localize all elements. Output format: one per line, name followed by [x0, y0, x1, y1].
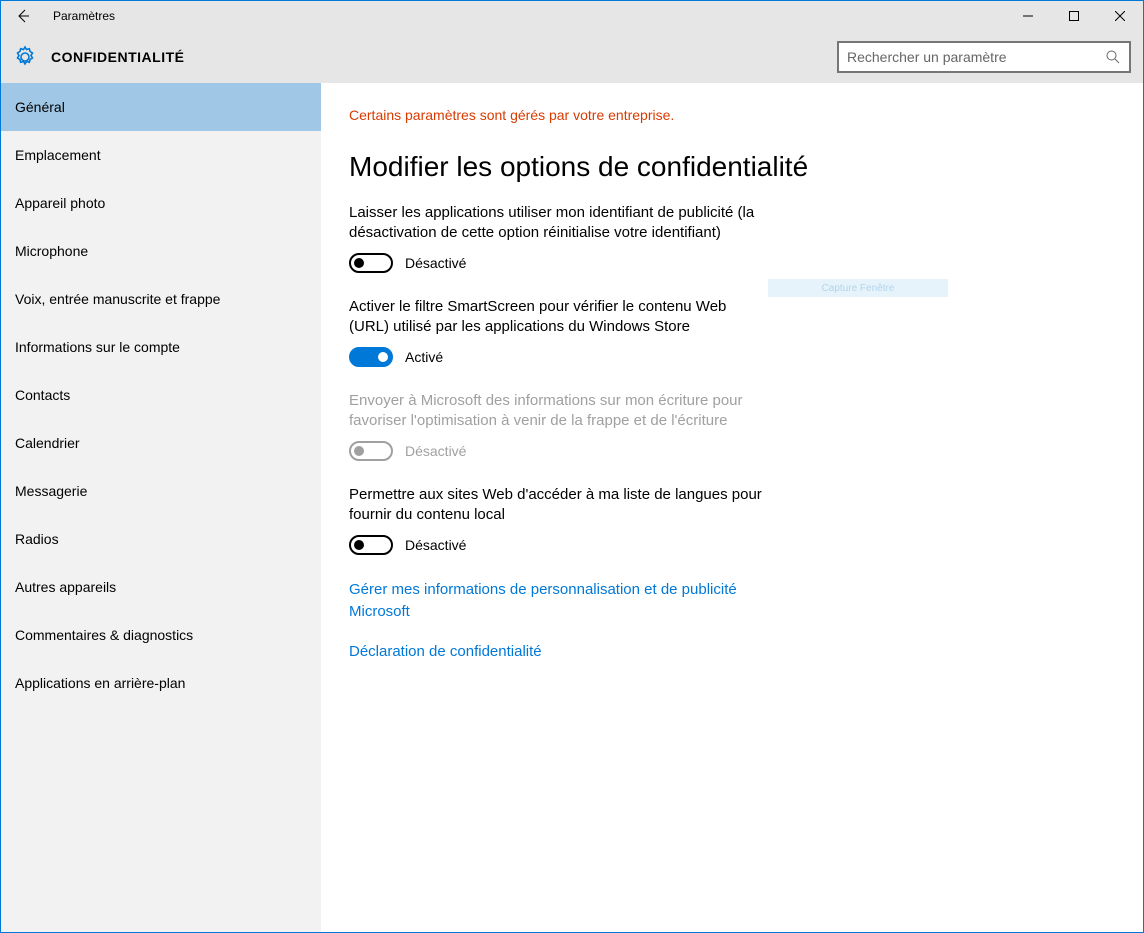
toggle-state-label: Activé — [405, 349, 443, 365]
title-bar: Paramètres — [1, 1, 1143, 31]
sidebar-item-other-devices[interactable]: Autres appareils — [1, 563, 321, 611]
minimize-button[interactable] — [1005, 1, 1051, 31]
toggle-state-label: Désactivé — [405, 443, 466, 459]
toggle-state-label: Désactivé — [405, 255, 466, 271]
sidebar-item-label: Voix, entrée manuscrite et frappe — [15, 291, 220, 307]
toggle-row: Désactivé — [349, 535, 769, 555]
sidebar-item-contacts[interactable]: Contacts — [1, 371, 321, 419]
sidebar-item-label: Calendrier — [15, 435, 80, 451]
link-privacy-statement[interactable]: Déclaration de confidentialité — [349, 641, 769, 663]
enterprise-notice: Certains paramètres sont gérés par votre… — [349, 107, 1143, 123]
setting-description: Permettre aux sites Web d'accéder à ma l… — [349, 485, 769, 525]
toggle-state-label: Désactivé — [405, 537, 466, 553]
toggle-row: Désactivé — [349, 253, 769, 273]
setting-send-typing-info: Envoyer à Microsoft des informations sur… — [349, 391, 769, 461]
sidebar-item-label: Radios — [15, 531, 59, 547]
sidebar-item-label: Autres appareils — [15, 579, 116, 595]
toggle-row: Activé — [349, 347, 769, 367]
header: CONFIDENTIALITÉ — [1, 31, 1143, 83]
toggle-switch[interactable] — [349, 253, 393, 273]
setting-advertising-id: Laisser les applications utiliser mon id… — [349, 203, 769, 273]
toggle-knob — [354, 540, 364, 550]
search-icon — [1105, 49, 1121, 65]
content-pane: Certains paramètres sont gérés par votre… — [321, 83, 1143, 932]
sidebar-item-account-info[interactable]: Informations sur le compte — [1, 323, 321, 371]
sidebar-item-calendar[interactable]: Calendrier — [1, 419, 321, 467]
sidebar-item-label: Appareil photo — [15, 195, 105, 211]
sidebar-item-label: Emplacement — [15, 147, 101, 163]
sidebar-item-camera[interactable]: Appareil photo — [1, 179, 321, 227]
minimize-icon — [1023, 11, 1033, 21]
capture-tooltip: Capture Fenêtre — [768, 279, 948, 297]
close-button[interactable] — [1097, 1, 1143, 31]
link-manage-ad-info[interactable]: Gérer mes informations de personnalisati… — [349, 579, 769, 623]
sidebar-item-label: Général — [15, 99, 65, 115]
search-input[interactable] — [847, 49, 1105, 65]
sidebar-item-messaging[interactable]: Messagerie — [1, 467, 321, 515]
window-controls — [1005, 1, 1143, 31]
setting-description: Envoyer à Microsoft des informations sur… — [349, 391, 769, 431]
maximize-button[interactable] — [1051, 1, 1097, 31]
back-arrow-icon — [15, 8, 31, 24]
maximize-icon — [1069, 11, 1079, 21]
back-button[interactable] — [1, 1, 45, 31]
body: Général Emplacement Appareil photo Micro… — [1, 83, 1143, 932]
sidebar-item-label: Applications en arrière-plan — [15, 675, 185, 691]
toggle-knob — [378, 352, 388, 362]
sidebar-item-label: Commentaires & diagnostics — [15, 627, 193, 643]
sidebar-item-feedback-diagnostics[interactable]: Commentaires & diagnostics — [1, 611, 321, 659]
toggle-knob — [354, 258, 364, 268]
content-heading: Modifier les options de confidentialité — [349, 151, 1143, 183]
header-left: CONFIDENTIALITÉ — [13, 45, 185, 69]
setting-website-languages: Permettre aux sites Web d'accéder à ma l… — [349, 485, 769, 555]
sidebar-item-label: Contacts — [15, 387, 70, 403]
setting-smartscreen: Activer le filtre SmartScreen pour vérif… — [349, 297, 769, 367]
toggle-knob — [354, 446, 364, 456]
sidebar-item-label: Informations sur le compte — [15, 339, 180, 355]
page-title: CONFIDENTIALITÉ — [51, 49, 185, 65]
setting-description: Activer le filtre SmartScreen pour vérif… — [349, 297, 769, 337]
window-title: Paramètres — [45, 9, 115, 23]
toggle-switch — [349, 441, 393, 461]
sidebar-item-label: Microphone — [15, 243, 88, 259]
title-bar-left: Paramètres — [1, 1, 115, 31]
toggle-row: Désactivé — [349, 441, 769, 461]
setting-description: Laisser les applications utiliser mon id… — [349, 203, 769, 243]
sidebar-item-location[interactable]: Emplacement — [1, 131, 321, 179]
search-box[interactable] — [837, 41, 1131, 73]
sidebar-item-radios[interactable]: Radios — [1, 515, 321, 563]
sidebar-item-label: Messagerie — [15, 483, 87, 499]
toggle-switch[interactable] — [349, 347, 393, 367]
sidebar-item-speech-ink-typing[interactable]: Voix, entrée manuscrite et frappe — [1, 275, 321, 323]
sidebar-item-background-apps[interactable]: Applications en arrière-plan — [1, 659, 321, 707]
gear-icon — [13, 45, 37, 69]
sidebar-item-general[interactable]: Général — [1, 83, 321, 131]
sidebar: Général Emplacement Appareil photo Micro… — [1, 83, 321, 932]
close-icon — [1115, 11, 1125, 21]
sidebar-item-microphone[interactable]: Microphone — [1, 227, 321, 275]
toggle-switch[interactable] — [349, 535, 393, 555]
